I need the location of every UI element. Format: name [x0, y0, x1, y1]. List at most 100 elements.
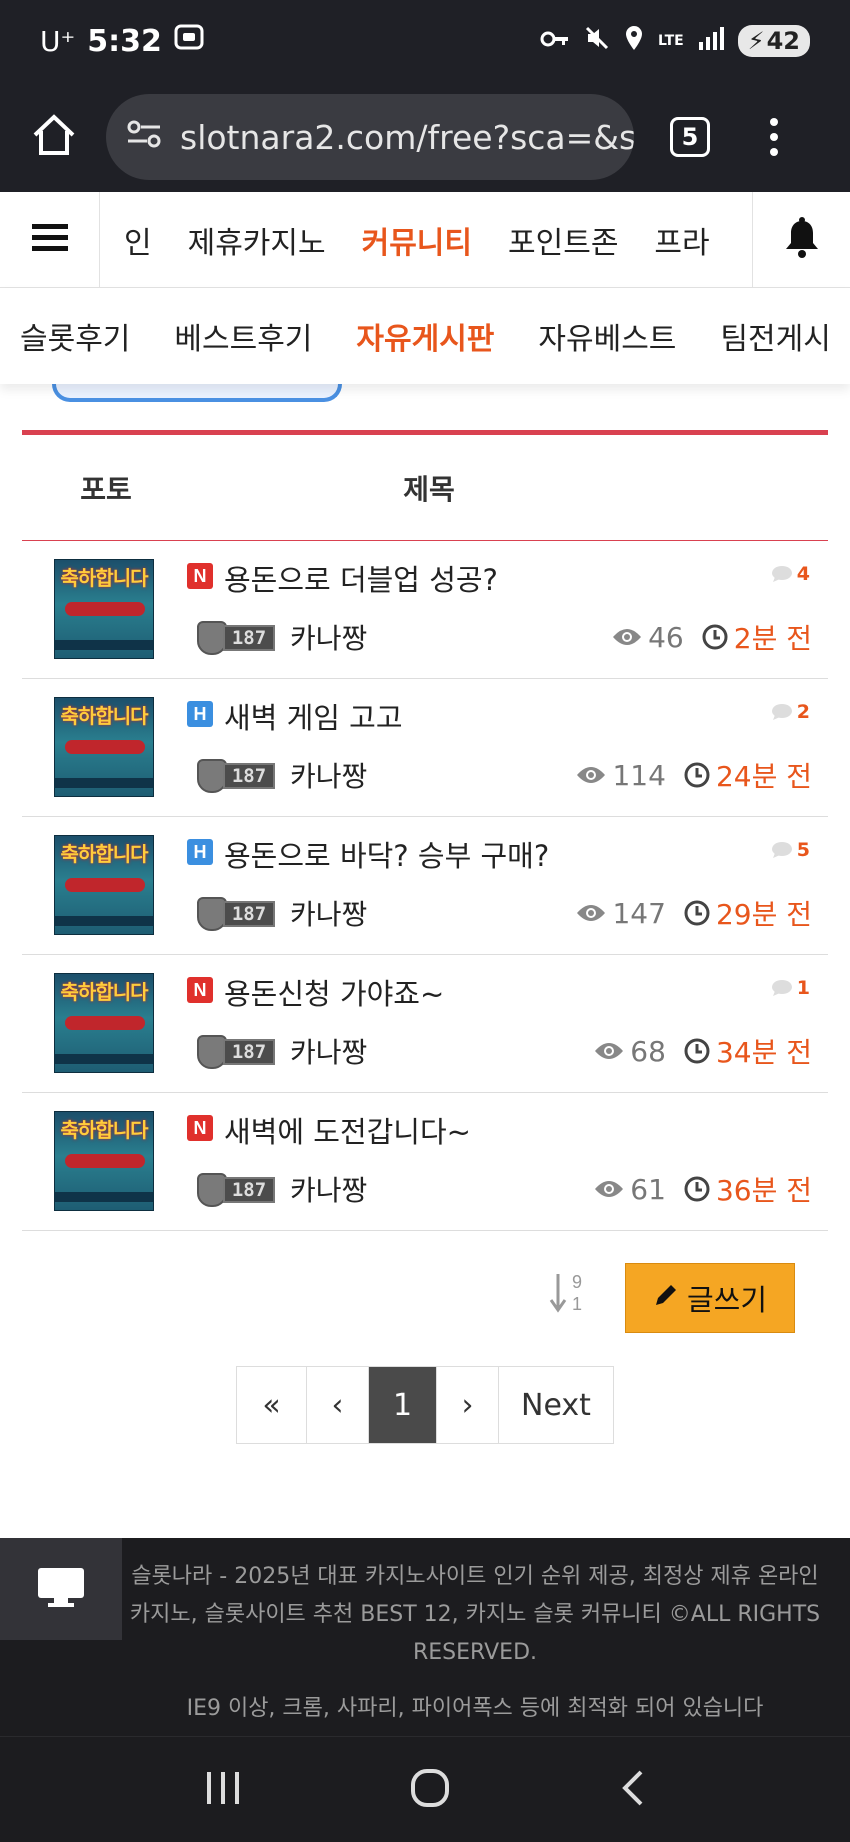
key-icon: [540, 27, 570, 55]
lte-label: LTE: [658, 33, 684, 49]
post-thumbnail[interactable]: 축하합니다: [54, 559, 154, 659]
nav-item-partner-casino[interactable]: 제휴카지노: [188, 218, 326, 262]
browser-toolbar: slotnara2.com/free?sca=&st 5: [0, 82, 850, 192]
level-badge: 187: [197, 897, 281, 931]
view-count-value: 68: [630, 1034, 666, 1068]
eye-icon: [577, 767, 606, 783]
post-time-value: 36분 전: [715, 1174, 812, 1207]
site-settings-icon[interactable]: [126, 118, 162, 157]
post-meta: 147 29분 전: [576, 893, 812, 933]
post-meta: 61 36분 전: [594, 1169, 812, 1209]
address-bar[interactable]: slotnara2.com/free?sca=&st: [106, 94, 634, 180]
comment-count: 1: [771, 977, 810, 999]
subnav-slot-review[interactable]: 슬롯후기: [20, 314, 130, 358]
footer-copyright: 슬롯나라 - 2025년 대표 카지노사이트 인기 순위 제공, 최정상 제휴 …: [129, 1564, 821, 1665]
post-thumbnail[interactable]: 축하합니다: [54, 697, 154, 797]
post-meta: 68 34분 전: [594, 1031, 812, 1071]
post-thumbnail[interactable]: 축하합니다: [54, 973, 154, 1073]
comment-count: 4: [771, 563, 810, 585]
page-current[interactable]: 1: [369, 1367, 437, 1443]
home-button[interactable]: [24, 107, 84, 167]
column-photo: 포토: [80, 472, 132, 506]
view-count-value: 61: [630, 1172, 666, 1206]
nav-item-partial-right[interactable]: 프라: [654, 218, 709, 262]
comment-count-value: 4: [796, 563, 810, 585]
post-row[interactable]: 축하합니다 N 새벽에 도전갑니다~ 187 카나짱 61 36분 전: [22, 1093, 828, 1231]
post-thumbnail[interactable]: 축하합니다: [54, 1111, 154, 1211]
level-number: 187: [223, 901, 275, 927]
pc-version-button[interactable]: [0, 1538, 122, 1640]
post-author[interactable]: 카나짱: [290, 1169, 367, 1209]
browser-menu-button[interactable]: [770, 118, 778, 156]
clock-icon: [684, 762, 710, 788]
sort-bottom-digit: 1: [572, 1294, 582, 1314]
post-title[interactable]: 새벽 게임 고고: [224, 695, 403, 737]
post-time: 24분 전: [684, 755, 812, 795]
page-prev-button[interactable]: ‹: [307, 1367, 369, 1443]
nav-item-point-zone[interactable]: 포인트존: [508, 218, 618, 262]
page-next-label-button[interactable]: Next: [499, 1367, 613, 1443]
write-post-button[interactable]: 글쓰기: [625, 1263, 795, 1333]
new-badge: N: [187, 977, 213, 1003]
page-next-button[interactable]: ›: [437, 1367, 499, 1443]
system-home-button[interactable]: [410, 1768, 450, 1812]
comment-icon: [771, 704, 792, 720]
post-author[interactable]: 카나짱: [290, 617, 367, 657]
level-badge: 187: [197, 759, 281, 793]
level-number: 187: [223, 1039, 275, 1065]
subnav-free-board[interactable]: 자유게시판: [356, 314, 494, 358]
view-count: 61: [594, 1173, 666, 1206]
subnav-best-review[interactable]: 베스트후기: [174, 314, 312, 358]
thumbnail-caption: 축하합니다: [60, 566, 149, 590]
new-badge: N: [187, 1115, 213, 1141]
post-time: 36분 전: [684, 1169, 812, 1209]
pagination: « ‹ 1 › Next: [236, 1366, 614, 1444]
page-first-button[interactable]: «: [237, 1367, 307, 1443]
tab-switcher-button[interactable]: 5: [670, 117, 710, 157]
view-count-value: 147: [612, 896, 666, 930]
comment-count-value: 1: [796, 977, 810, 999]
pencil-icon: [653, 1281, 679, 1315]
post-author[interactable]: 카나짱: [290, 755, 367, 795]
clock-icon: [684, 900, 710, 926]
post-title[interactable]: 용돈신청 가야죠~: [224, 971, 444, 1013]
post-author[interactable]: 카나짱: [290, 893, 367, 933]
subnav-team-board[interactable]: 팀전게시: [720, 314, 830, 358]
eye-icon: [595, 1043, 624, 1059]
post-meta: 46 2분 전: [612, 617, 812, 657]
post-title[interactable]: 용돈으로 더블업 성공?: [224, 557, 498, 599]
view-count-value: 46: [648, 620, 684, 654]
level-number: 187: [223, 763, 275, 789]
post-row[interactable]: 축하합니다 N 용돈신청 가야죠~ 1 187 카나짱 68 34분 전: [22, 955, 828, 1093]
nav-item-community[interactable]: 커뮤니티: [362, 218, 472, 262]
mute-icon: [584, 25, 610, 57]
post-thumbnail[interactable]: 축하합니다: [54, 835, 154, 935]
post-title[interactable]: 용돈으로 바닥? 승부 구매?: [224, 833, 549, 875]
subnav-free-best[interactable]: 자유베스트: [538, 314, 676, 358]
comment-icon: [771, 566, 792, 582]
nav-item-partial-left[interactable]: 인: [124, 218, 152, 262]
hamburger-menu-button[interactable]: [0, 191, 100, 288]
post-time-value: 2분 전: [733, 622, 812, 655]
battery-indicator: ⚡ 42: [737, 25, 810, 57]
sort-button[interactable]: 9 1: [548, 1268, 588, 1316]
level-number: 187: [223, 625, 275, 651]
comment-count-value: 5: [796, 839, 810, 861]
recent-apps-button[interactable]: [203, 1770, 243, 1810]
site-footer: 슬롯나라 - 2025년 대표 카지노사이트 인기 순위 제공, 최정상 제휴 …: [0, 1538, 850, 1736]
sort-icon: 9 1: [549, 1272, 582, 1314]
post-title[interactable]: 새벽에 도전갑니다~: [224, 1109, 471, 1151]
bell-icon: [783, 216, 821, 263]
write-button-label: 글쓰기: [686, 1283, 768, 1317]
location-icon: [624, 25, 644, 57]
clock-icon: [684, 1038, 710, 1064]
comment-count: 5: [771, 839, 810, 861]
post-author[interactable]: 카나짱: [290, 1031, 367, 1071]
post-row[interactable]: 축하합니다 H 새벽 게임 고고 2 187 카나짱 114 24분 전: [22, 679, 828, 817]
post-row[interactable]: 축하합니다 N 용돈으로 더블업 성공? 4 187 카나짱 46 2분 전: [22, 541, 828, 679]
menu-dot: [770, 133, 778, 141]
post-row[interactable]: 축하합니다 H 용돈으로 바닥? 승부 구매? 5 187 카나짱 147 29…: [22, 817, 828, 955]
post-time-value: 24분 전: [715, 760, 812, 793]
back-button[interactable]: [617, 1768, 647, 1812]
notification-button[interactable]: [752, 191, 850, 288]
